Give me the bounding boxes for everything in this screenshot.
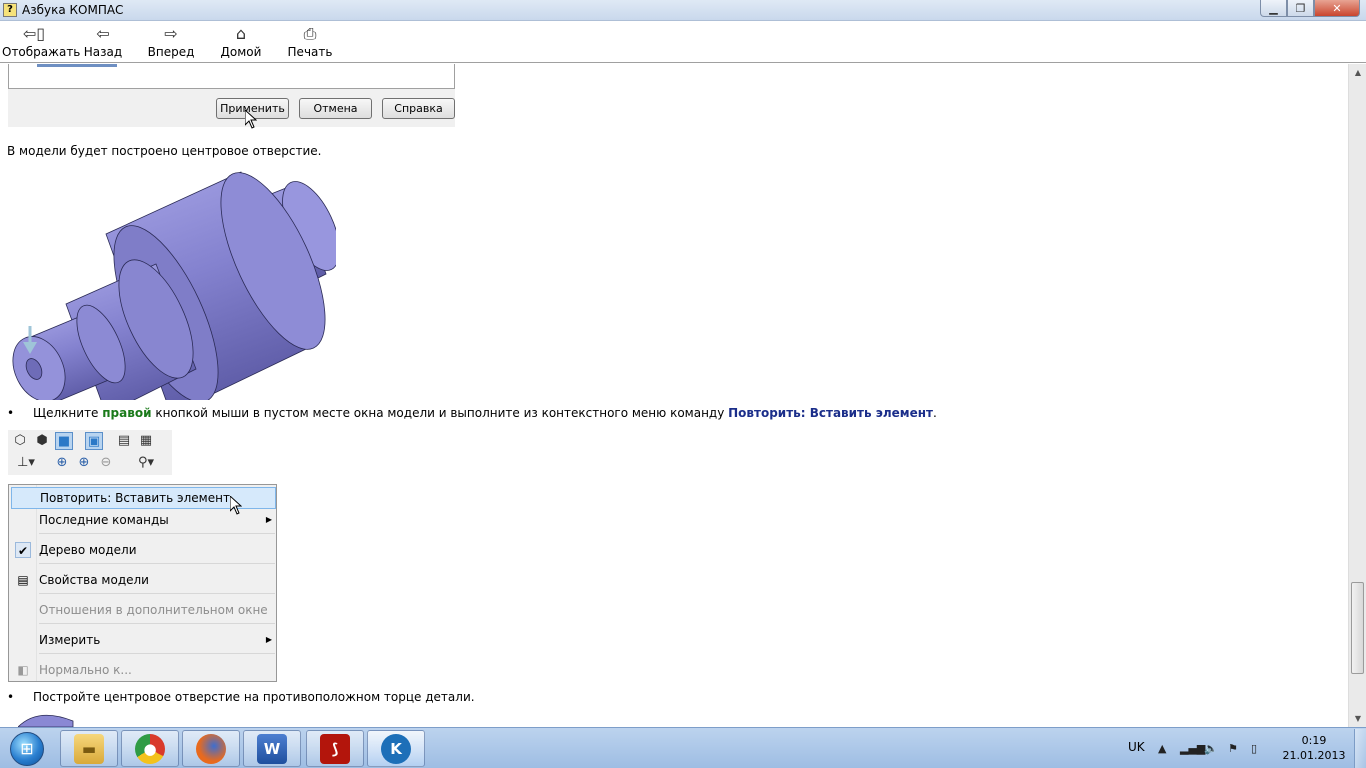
close-icon: ✕ bbox=[1332, 1, 1342, 15]
menu-model-properties[interactable]: ▤ Свойства модели bbox=[11, 569, 276, 591]
view-toolbar-image: ⬡ ⬢ ■ ▣ ▤ ▦ ⊥▾ ⊕ ⊕ ⊖ ⚲▾ bbox=[8, 430, 172, 475]
shaded-icon: ■ bbox=[55, 432, 73, 450]
windows-taskbar: ⊞ ▬ ● W ⟆ K UK ▲ ▂▄▆ 🔈 ⚑ ▯ 0:19 21.01.20… bbox=[0, 727, 1366, 768]
clock-time: 0:19 bbox=[1301, 734, 1327, 747]
checkmark-icon: ✔ bbox=[15, 542, 31, 558]
filter-icon: ⚲▾ bbox=[137, 455, 155, 470]
bullet-dot: • bbox=[7, 690, 15, 704]
model-image-partial bbox=[18, 714, 74, 727]
command-name: Повторить: Вставить элемент bbox=[728, 406, 933, 420]
right-button-highlight: правой bbox=[102, 406, 152, 420]
help-button[interactable]: Справка bbox=[382, 98, 455, 119]
menu-measure[interactable]: Измерить ▶ bbox=[11, 629, 276, 651]
help-app-icon: ? bbox=[3, 3, 17, 17]
mouse-cursor-icon bbox=[230, 496, 242, 515]
instruction-text-1: Щелкните bbox=[33, 406, 103, 420]
minimize-icon: ▁ bbox=[1269, 1, 1278, 15]
instruction-paragraph: Щелкните правой кнопкой мыши в пустом ме… bbox=[33, 406, 937, 420]
zoom-out-icon: ⊖ bbox=[100, 455, 112, 470]
save-view-icon: ▦ bbox=[139, 433, 153, 448]
wireframe-icon: ⬡ bbox=[14, 433, 26, 448]
help-toolbar: ⇦▯ Отображать ⇦ Назад ⇨ Вперед ⌂ Домой ⎙… bbox=[0, 21, 1366, 63]
forward-button-label: Вперед bbox=[147, 45, 195, 59]
power-icon[interactable]: ▯ bbox=[1251, 742, 1257, 755]
show-button[interactable]: ⇦▯ Отображать bbox=[2, 23, 81, 61]
vertical-scrollbar[interactable]: ▲ ▼ bbox=[1348, 64, 1366, 727]
orientation-icon: ⊥▾ bbox=[17, 455, 35, 470]
print-icon: ⎙ bbox=[303, 24, 317, 43]
list-selection bbox=[37, 64, 117, 67]
back-arrow-icon: ⇦ bbox=[96, 24, 110, 43]
system-tray: UK ▲ ▂▄▆ 🔈 ⚑ ▯ 0:19 21.01.2013 bbox=[0, 728, 1366, 768]
zoom-in-icon: ⊕ bbox=[78, 455, 90, 470]
scroll-up-icon[interactable]: ▲ bbox=[1349, 64, 1366, 81]
show-hidden-icons-icon[interactable]: ▲ bbox=[1158, 742, 1166, 755]
home-button-label: Домой bbox=[220, 45, 262, 59]
home-button[interactable]: ⌂ Домой bbox=[216, 23, 266, 61]
shaft-model-image bbox=[12, 171, 336, 400]
clock[interactable]: 0:19 21.01.2013 bbox=[1282, 733, 1346, 763]
print-button-label: Печать bbox=[287, 45, 333, 59]
back-button[interactable]: ⇦ Назад bbox=[78, 23, 128, 61]
menu-relations-window[interactable]: Отношения в дополнительном окне bbox=[11, 599, 276, 621]
dialog-screenshot: Применить Отмена Справка bbox=[8, 64, 455, 127]
show-button-label: Отображать bbox=[2, 45, 81, 59]
menu-separator bbox=[39, 653, 275, 654]
cancel-button[interactable]: Отмена bbox=[299, 98, 372, 119]
menu-item-label: Дерево модели bbox=[39, 543, 137, 557]
flag-icon[interactable]: ⚑ bbox=[1228, 742, 1238, 755]
restore-icon: ❐ bbox=[1295, 1, 1306, 15]
normal-to-icon: ◧ bbox=[17, 663, 29, 677]
menu-separator bbox=[39, 563, 275, 564]
menu-item-label: Свойства модели bbox=[39, 573, 149, 587]
menu-item-label: Отношения в дополнительном окне bbox=[39, 603, 268, 617]
print-button[interactable]: ⎙ Печать bbox=[284, 23, 336, 61]
home-icon: ⌂ bbox=[235, 24, 247, 43]
maximize-button[interactable]: ❐ bbox=[1287, 0, 1314, 17]
zoom-window-icon: ⊕ bbox=[56, 455, 68, 470]
close-button[interactable]: ✕ bbox=[1314, 0, 1360, 17]
forward-arrow-icon: ⇨ bbox=[164, 24, 178, 43]
menu-separator bbox=[39, 533, 275, 534]
scroll-thumb[interactable] bbox=[1351, 582, 1364, 674]
minimize-button[interactable]: ▁ bbox=[1260, 0, 1287, 17]
show-hide-icon: ⇦▯ bbox=[22, 24, 46, 43]
second-instruction: Постройте центровое отверстие на противо… bbox=[33, 690, 475, 704]
menu-item-label: Последние команды bbox=[39, 513, 169, 527]
back-button-label: Назад bbox=[83, 45, 123, 59]
menu-item-label: Нормально к... bbox=[39, 663, 132, 677]
app-window: ? Азбука КОМПАС ▁ ❐ ✕ ⇦▯ Отображать ⇦ На… bbox=[0, 0, 1366, 768]
submenu-arrow-icon: ▶ bbox=[265, 515, 272, 524]
instruction-text-2: кнопкой мыши в пустом месте окна модели … bbox=[151, 406, 729, 420]
instruction-text-3: . bbox=[933, 406, 937, 420]
show-desktop-button[interactable] bbox=[1354, 729, 1366, 768]
clock-date: 21.01.2013 bbox=[1282, 749, 1346, 762]
intro-paragraph: В модели будет построено центровое отвер… bbox=[7, 144, 322, 158]
menu-normal-to[interactable]: ◧ Нормально к... bbox=[11, 659, 276, 681]
signal-icon[interactable]: ▂▄▆ bbox=[1180, 742, 1205, 755]
menu-model-tree[interactable]: ✔ Дерево модели bbox=[11, 539, 276, 561]
menu-separator bbox=[39, 593, 275, 594]
shaded-edges-icon: ▣ bbox=[85, 432, 103, 450]
mouse-cursor-icon bbox=[245, 110, 257, 129]
bullet-dot: • bbox=[7, 406, 15, 420]
menu-item-label: Повторить: Вставить элемент bbox=[40, 491, 230, 505]
window-controls: ▁ ❐ ✕ bbox=[1260, 0, 1360, 18]
hidden-lines-icon: ⬢ bbox=[36, 433, 48, 448]
window-title: Азбука КОМПАС bbox=[22, 3, 124, 17]
dialog-list-field bbox=[8, 64, 455, 89]
scroll-down-icon[interactable]: ▼ bbox=[1349, 710, 1366, 727]
title-bar: ? Азбука КОМПАС ▁ ❐ ✕ bbox=[0, 0, 1366, 21]
perspective-icon: ▤ bbox=[117, 433, 131, 448]
submenu-arrow-icon: ▶ bbox=[265, 635, 272, 644]
properties-icon: ▤ bbox=[17, 573, 29, 587]
help-content: Применить Отмена Справка В модели будет … bbox=[0, 64, 1348, 727]
menu-separator bbox=[39, 623, 275, 624]
menu-item-label: Измерить bbox=[39, 633, 101, 647]
volume-icon[interactable]: 🔈 bbox=[1204, 742, 1218, 755]
forward-button[interactable]: ⇨ Вперед bbox=[146, 23, 196, 61]
language-indicator[interactable]: UK bbox=[1128, 740, 1145, 754]
